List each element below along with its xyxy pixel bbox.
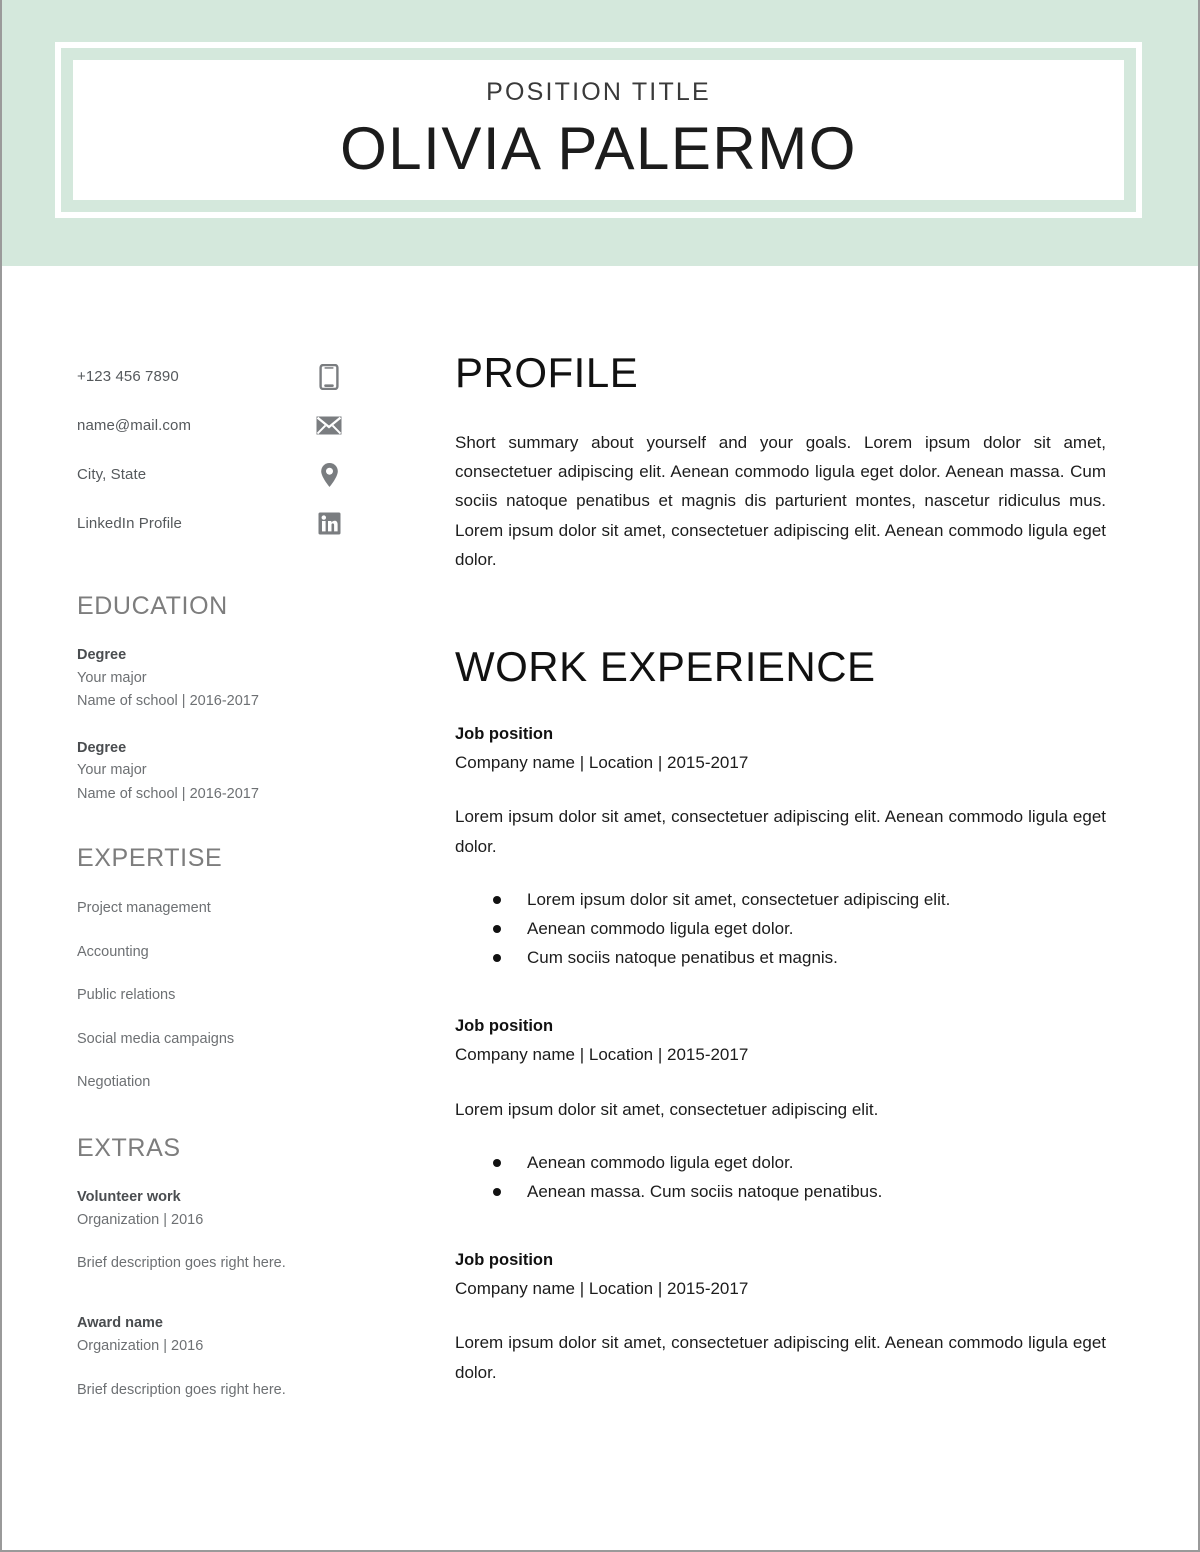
linkedin-icon bbox=[316, 511, 342, 537]
envelope-icon bbox=[316, 413, 342, 439]
education-school: Name of school | 2016-2017 bbox=[77, 785, 259, 802]
education-entry: Degree Your major Name of school | 2016-… bbox=[77, 738, 342, 807]
contact-row-email[interactable]: name@mail.com bbox=[77, 401, 342, 450]
contact-location-text: City, State bbox=[77, 466, 147, 483]
education-heading: EDUCATION bbox=[77, 592, 228, 620]
sidebar: +123 456 7890 name@mail.com City, State … bbox=[2, 352, 342, 1442]
education-school: Name of school | 2016-2017 bbox=[77, 693, 259, 710]
expertise-item: Public relations bbox=[77, 987, 176, 1004]
expertise-item: Negotiation bbox=[77, 1074, 151, 1091]
extras-title: Volunteer work bbox=[77, 1188, 181, 1205]
contact-list: +123 456 7890 name@mail.com City, State … bbox=[77, 352, 342, 548]
work-experience-section: WORK EXPERIENCE Job position Company nam… bbox=[455, 646, 1106, 1387]
expertise-item: Accounting bbox=[77, 943, 149, 960]
location-pin-icon bbox=[316, 462, 342, 488]
header-outer-frame: POSITION TITLE OLIVIA PALERMO bbox=[55, 42, 1142, 218]
expertise-item: Project management bbox=[77, 900, 211, 917]
main-column: PROFILE Short summary about yourself and… bbox=[342, 352, 1198, 1387]
job-title: Job position bbox=[455, 1017, 554, 1036]
job-description: Lorem ipsum dolor sit amet, consectetuer… bbox=[455, 807, 1106, 856]
education-degree: Degree bbox=[77, 647, 127, 663]
extras-description: Brief description goes right here. bbox=[77, 1255, 286, 1272]
job-entry: Job position Company name | Location | 2… bbox=[455, 1248, 1106, 1387]
job-bullet: Lorem ipsum dolor sit amet, consectetuer… bbox=[455, 885, 1106, 914]
job-description: Lorem ipsum dolor sit amet, consectetuer… bbox=[455, 1333, 1106, 1382]
header-band: POSITION TITLE OLIVIA PALERMO bbox=[2, 0, 1198, 266]
job-bullet: Cum sociis natoque penatibus et magnis. bbox=[455, 943, 1106, 972]
job-meta: Company name | Location | 2015-2017 bbox=[455, 752, 749, 772]
job-bullet-list: Aenean commodo ligula eget dolor. Aenean… bbox=[455, 1148, 1106, 1206]
job-meta: Company name | Location | 2015-2017 bbox=[455, 1278, 749, 1298]
contact-row-linkedin[interactable]: LinkedIn Profile bbox=[77, 499, 342, 548]
education-section: EDUCATION Degree Your major Name of scho… bbox=[77, 594, 342, 806]
job-title: Job position bbox=[455, 1251, 554, 1270]
header-inner-box: POSITION TITLE OLIVIA PALERMO bbox=[73, 60, 1124, 200]
education-major: Your major bbox=[77, 762, 147, 779]
education-degree: Degree bbox=[77, 739, 127, 756]
profile-text: Short summary about yourself and your go… bbox=[455, 433, 1106, 569]
resume-page: POSITION TITLE OLIVIA PALERMO +123 456 7… bbox=[0, 0, 1200, 1552]
expertise-section: EXPERTISE Project management Accounting … bbox=[77, 846, 342, 1090]
job-entry: Job position Company name | Location | 2… bbox=[455, 1014, 1106, 1206]
extras-description: Brief description goes right here. bbox=[77, 1381, 286, 1398]
education-major: Your major bbox=[77, 669, 147, 686]
job-title: Job position bbox=[455, 725, 554, 744]
job-entry: Job position Company name | Location | 2… bbox=[455, 722, 1106, 972]
profile-heading: PROFILE bbox=[455, 349, 639, 396]
extras-org: Organization | 2016 bbox=[77, 1338, 204, 1355]
resume-body: +123 456 7890 name@mail.com City, State … bbox=[2, 266, 1198, 1442]
job-bullet-list: Lorem ipsum dolor sit amet, consectetuer… bbox=[455, 885, 1106, 973]
contact-row-location[interactable]: City, State bbox=[77, 450, 342, 499]
smartphone-icon bbox=[316, 363, 342, 390]
contact-phone-text: +123 456 7890 bbox=[77, 368, 179, 385]
job-description: Lorem ipsum dolor sit amet, consectetuer… bbox=[455, 1099, 879, 1119]
expertise-heading: EXPERTISE bbox=[77, 844, 223, 873]
expertise-item: Social media campaigns bbox=[77, 1030, 235, 1047]
extras-section: EXTRAS Volunteer work Organization | 201… bbox=[77, 1133, 342, 1402]
education-entry: Degree Your major Name of school | 2016-… bbox=[77, 645, 342, 714]
profile-section: PROFILE Short summary about yourself and… bbox=[455, 352, 1106, 574]
extras-title: Award name bbox=[77, 1315, 163, 1332]
contact-email-text: name@mail.com bbox=[77, 417, 192, 434]
job-meta: Company name | Location | 2015-2017 bbox=[455, 1045, 749, 1065]
contact-linkedin-text: LinkedIn Profile bbox=[77, 515, 182, 532]
position-title: POSITION TITLE bbox=[486, 78, 711, 106]
person-name: OLIVIA PALERMO bbox=[340, 115, 857, 182]
contact-row-phone[interactable]: +123 456 7890 bbox=[77, 352, 342, 401]
extras-entry: Award name Organization | 2016 Brief des… bbox=[77, 1313, 342, 1401]
job-bullet: Aenean massa. Cum sociis natoque penatib… bbox=[455, 1177, 1106, 1206]
job-bullet: Aenean commodo ligula eget dolor. bbox=[455, 914, 1106, 943]
extras-entry: Volunteer work Organization | 2016 Brief… bbox=[77, 1187, 342, 1275]
extras-org: Organization | 2016 bbox=[77, 1211, 204, 1228]
extras-heading: EXTRAS bbox=[77, 1133, 181, 1162]
work-experience-heading: WORK EXPERIENCE bbox=[455, 643, 876, 691]
job-bullet: Aenean commodo ligula eget dolor. bbox=[455, 1148, 1106, 1177]
